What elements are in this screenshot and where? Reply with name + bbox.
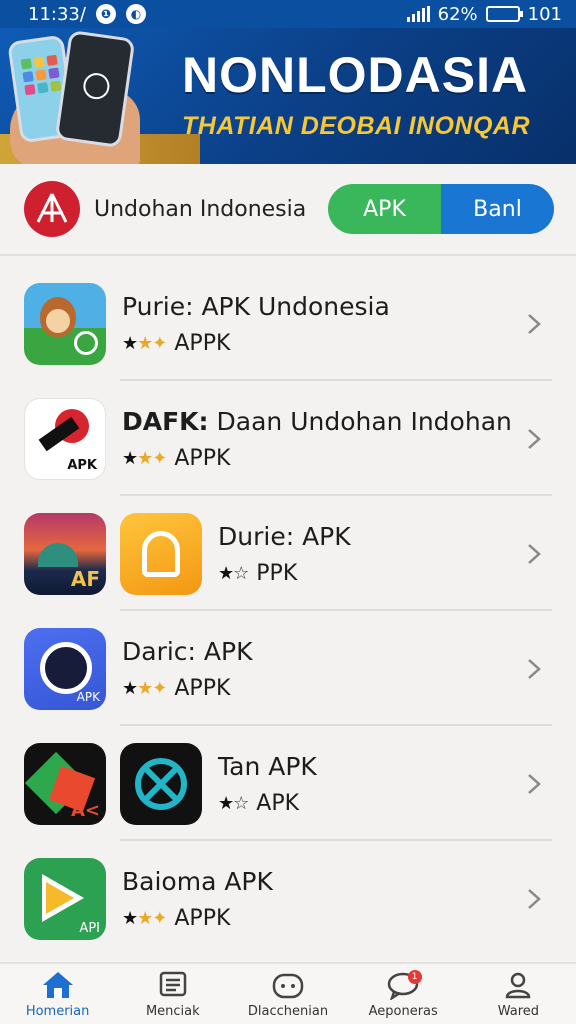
nav-label: Menciak — [145, 1003, 200, 1019]
nav-wared[interactable]: Wared — [461, 964, 576, 1024]
app-title: DAFK: Daan Undohan Indohan — [122, 407, 512, 436]
home-icon — [42, 971, 73, 998]
rating-stars-icon: ★★✦ — [122, 677, 167, 699]
app-subtitle: APK — [256, 790, 300, 816]
nav-label: Dlacchenian — [247, 1003, 329, 1019]
wheel-app-icon — [120, 742, 202, 825]
camera-app-icon: APK — [24, 627, 106, 710]
brand-header: Undohan Indonesia APK Banl — [0, 164, 576, 256]
app-subtitle: APPK — [174, 675, 231, 701]
nav-label: Wared — [497, 1003, 540, 1019]
app-title: Daric: APK — [122, 636, 253, 666]
fox-app-icon — [24, 282, 106, 365]
list-item[interactable]: APK DAFK: Daan Undohan Indohan ★★✦ APPK — [0, 381, 576, 496]
rating-stars-icon: ★☆ — [218, 792, 249, 814]
chevron-right-icon[interactable] — [512, 877, 556, 921]
chevron-right-icon[interactable] — [512, 647, 556, 691]
icon-label: A< — [70, 799, 100, 821]
nav-dlacchenian[interactable]: Dlacchenian — [230, 964, 345, 1024]
list-item[interactable]: Purie: APK Undonesia ★★✦ APPK — [0, 266, 576, 381]
user-icon — [506, 972, 531, 998]
chevron-right-icon[interactable] — [512, 302, 556, 346]
battery-icon — [485, 6, 523, 22]
list-icon — [159, 971, 187, 996]
app-notification-icon: ◐ — [125, 4, 146, 24]
pin-app-icon: APK — [24, 397, 106, 480]
notification-badge: 1 — [407, 970, 422, 984]
brand-name: Undohan Indonesia — [94, 196, 307, 222]
list-item[interactable]: API Baioma APK ★★✦ APPK — [0, 841, 576, 956]
banner-subtitle: THATIAN DEOBAI INONQAR — [182, 112, 531, 140]
list-item[interactable]: AF Durie: APK ★☆ PPK — [0, 496, 576, 611]
app-subtitle: PPK — [256, 560, 298, 586]
toggle-banl[interactable]: Banl — [441, 184, 554, 234]
chevron-right-icon[interactable] — [512, 532, 556, 576]
nav-aeponeras[interactable]: 1 Aeponeras — [346, 964, 461, 1024]
rating-stars-icon: ★★✦ — [122, 447, 167, 469]
app-title: Purie: APK Undonesia — [122, 291, 390, 321]
app-title: Durie: APK — [218, 521, 351, 551]
orange-app-icon — [120, 512, 202, 595]
icon-label: API — [79, 920, 100, 936]
list-item[interactable]: A< Tan APK ★☆ APK — [0, 726, 576, 841]
app-title: Baioma APK — [122, 866, 273, 896]
status-bar: 11:33/ ❶ ◐ 62% 101 — [0, 0, 576, 28]
chevron-right-icon[interactable] — [512, 417, 556, 461]
app-subtitle: APPK — [174, 330, 231, 356]
app-subtitle: APPK — [174, 905, 231, 931]
rating-stars-icon: ★★✦ — [122, 332, 167, 354]
brand-logo-icon — [24, 181, 80, 237]
banner-title: NONLODASIA — [182, 47, 529, 103]
app-subtitle: APPK — [174, 445, 231, 471]
status-time: 11:33/ — [28, 3, 86, 25]
nav-menciak[interactable]: Menciak — [115, 964, 230, 1024]
nav-home[interactable]: Homerian — [0, 964, 115, 1024]
notification-icon: ❶ — [95, 4, 116, 24]
app-title-rest: Daan Undohan Indohan — [216, 406, 512, 436]
gamepad-icon — [272, 973, 304, 998]
list-item[interactable]: APK Daric: APK ★★✦ APPK — [0, 611, 576, 726]
nav-label: Homerian — [25, 1003, 90, 1019]
battery-percent: 62% — [437, 3, 478, 25]
icon-label: APK — [76, 689, 100, 704]
rating-stars-icon: ★☆ — [218, 562, 249, 584]
cube-app-icon: A< — [24, 742, 106, 825]
app-title-prefix: DAFK: — [122, 406, 209, 436]
app-title: Tan APK — [218, 751, 317, 781]
play-app-icon: API — [24, 857, 106, 940]
promo-banner[interactable]: NONLODASIA THATIAN DEOBAI INONQAR — [0, 28, 576, 164]
rating-stars-icon: ★★✦ — [122, 907, 167, 929]
status-extra: 101 — [527, 3, 562, 25]
city-app-icon: AF — [24, 512, 106, 595]
signal-icon — [406, 6, 430, 22]
toggle-apk[interactable]: APK — [328, 184, 441, 234]
nav-label: Aeponeras — [368, 1003, 438, 1019]
segment-toggle: APK Banl — [328, 184, 554, 234]
app-list: Purie: APK Undonesia ★★✦ APPK APK DAFK: … — [0, 266, 576, 956]
icon-label: APK — [67, 457, 97, 473]
bottom-nav: Homerian Menciak Dlacchenian 1 Aeponeras… — [0, 962, 576, 1024]
chevron-right-icon[interactable] — [512, 762, 556, 806]
icon-label: AF — [70, 566, 100, 591]
